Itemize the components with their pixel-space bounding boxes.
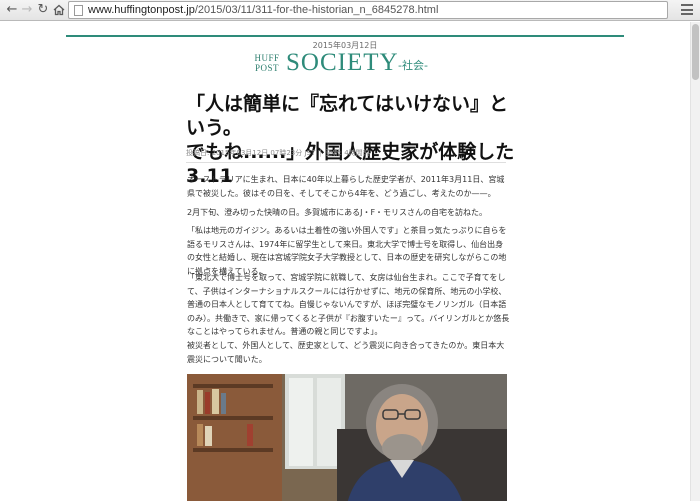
address-bar[interactable]: www.huffingtonpost.jp/2015/03/11/311-for… [68, 1, 668, 19]
headline-line-1: 「人は簡単に『忘れてはいけない』という。 [186, 93, 509, 139]
article-photo [187, 374, 507, 501]
article-paragraph: 被災者として、外国人として、歴史家として、どう震災に向き合ってきたのか。東日本大… [187, 341, 505, 364]
url-text[interactable]: www.huffingtonpost.jp/2015/03/11/311-for… [88, 3, 438, 18]
page-content: 2015年03月12日 HUFF POST SOCIETY -社会- 「人は簡単… [0, 22, 690, 501]
article-paragraph: 「私は地元のガイジン。あるいは土着性の強い外国人です」と茶目っ気たっぷりに自らを… [187, 226, 507, 276]
scrollbar-thumb[interactable] [692, 24, 699, 80]
brand-line-1: HUFF [254, 53, 280, 63]
menu-icon[interactable] [681, 4, 693, 15]
section-subtitle: -社会- [398, 59, 428, 72]
article-byline: 投稿日: 2015年03月12日 07時23分 JST | 更新: 4時間前 [186, 148, 506, 163]
posted-date: 投稿日: 2015年03月12日 07時23分 JST [186, 149, 316, 157]
brand-line-2: POST [254, 63, 279, 73]
section-title[interactable]: SOCIETY [286, 50, 399, 76]
url-domain: www.huffingtonpost.jp [88, 4, 195, 16]
back-arrow-icon[interactable]: ← [4, 2, 20, 18]
article-paragraph: 「東北大で博士号を取って、宮城学院に就職して、女房は仙台生まれ。ここで子育てをし… [187, 273, 510, 336]
article-paragraph: オーストラリアに生まれ、日本に40年以上暮らした歴史学者が、2011年3月11日… [187, 175, 505, 198]
url-path: /2015/03/11/311-for-the-historian_n_6845… [194, 4, 439, 16]
article-paragraph: 2月下旬、澄み切った快晴の日。多賀城市にあるJ・F・モリスさんの自宅を訪ねた。 [187, 208, 488, 217]
forward-arrow-icon[interactable]: → [19, 2, 35, 18]
browser-toolbar: ← → ↻ www.huffingtonpost.jp/2015/03/11/3… [0, 0, 700, 21]
top-divider [66, 35, 624, 37]
page-icon [74, 5, 83, 16]
huffpost-logo[interactable]: HUFF POST [252, 53, 282, 73]
vertical-scrollbar[interactable] [690, 22, 700, 501]
reload-icon[interactable]: ↻ [35, 2, 51, 18]
updated-time: 更新: 4時間前 [325, 149, 370, 157]
home-icon[interactable] [51, 2, 67, 18]
